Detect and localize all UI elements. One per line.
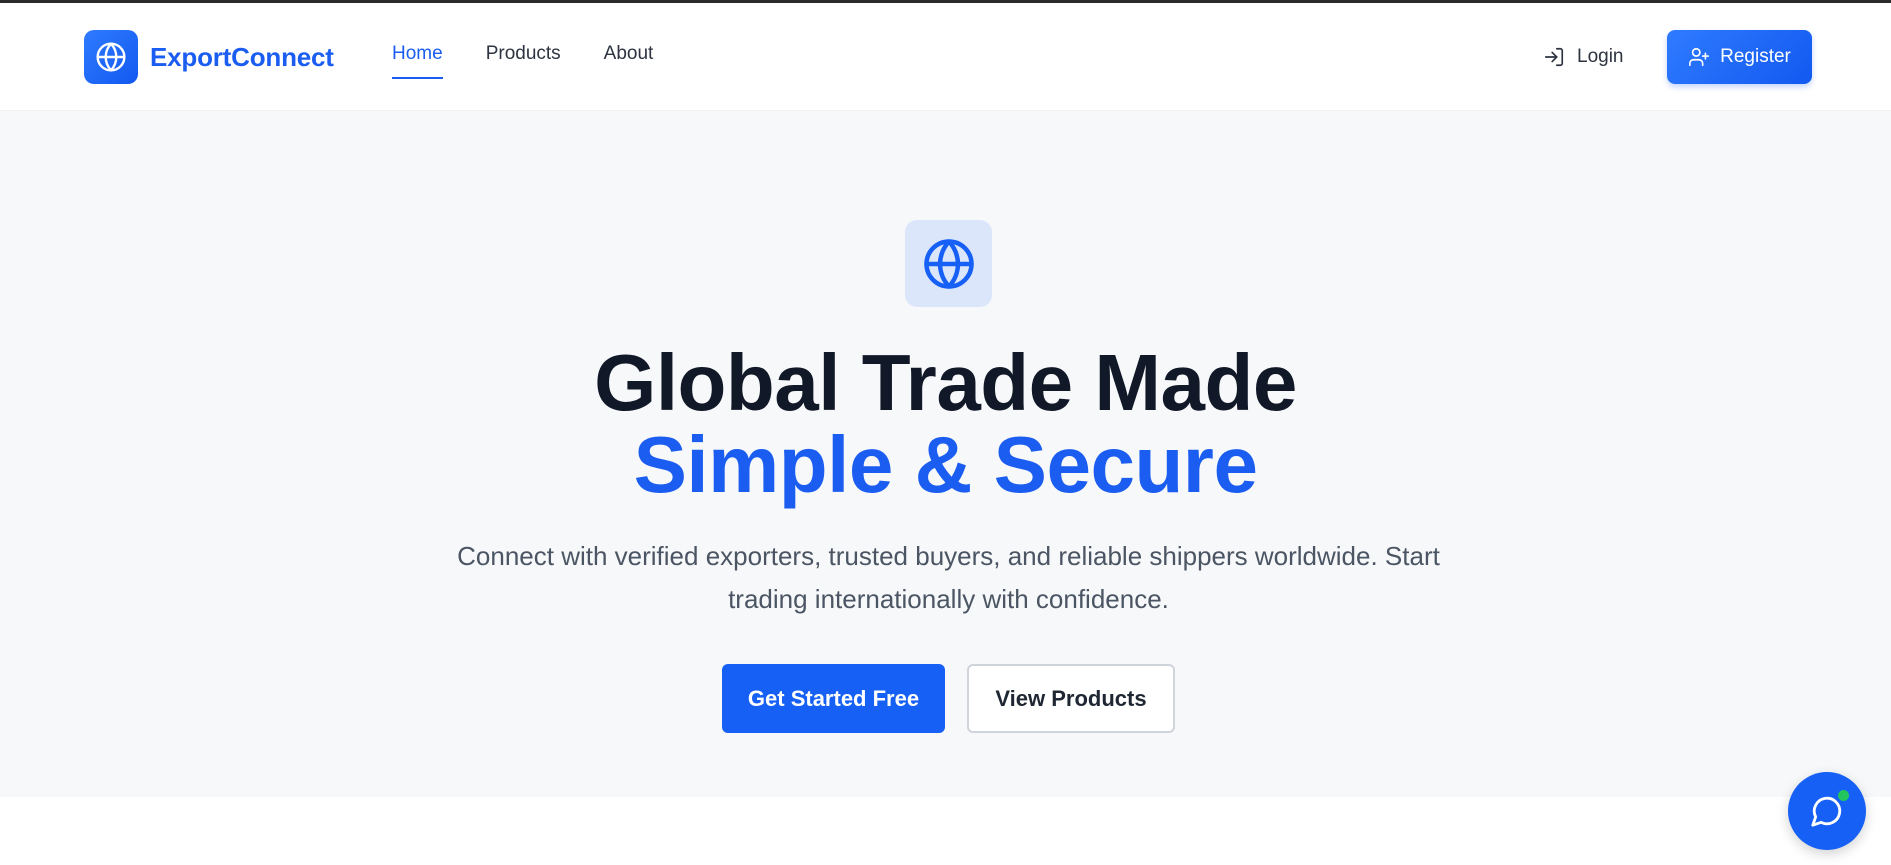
login-label: Login: [1577, 46, 1624, 67]
register-button[interactable]: Register: [1667, 30, 1812, 84]
hero-title: Global Trade Made: [594, 338, 1297, 427]
log-in-icon: [1544, 47, 1564, 67]
globe-icon: [84, 30, 138, 84]
chat-widget-button[interactable]: [1788, 772, 1866, 850]
view-products-button[interactable]: View Products: [967, 664, 1175, 733]
hero-subtitle: Connect with verified exporters, trusted…: [457, 541, 1440, 614]
online-status-dot: [1836, 788, 1851, 803]
get-started-button[interactable]: Get Started Free: [722, 664, 945, 733]
main-nav: Home Products About: [392, 43, 696, 79]
hero-title-accent: Simple & Secure: [633, 420, 1258, 509]
site-header: ExportConnect Home Products About Login …: [0, 3, 1891, 111]
brand-logo[interactable]: ExportConnect: [84, 30, 334, 84]
nav-item-products[interactable]: Products: [486, 43, 561, 79]
hero-section: Global Trade Made Simple & Secure Connec…: [0, 111, 1891, 797]
user-plus-icon: [1689, 47, 1710, 67]
brand-name: ExportConnect: [150, 41, 334, 72]
globe-icon: [905, 220, 992, 307]
register-label: Register: [1720, 46, 1791, 67]
nav-item-about[interactable]: About: [604, 43, 654, 79]
nav-item-home[interactable]: Home: [392, 43, 443, 79]
login-link[interactable]: Login: [1543, 46, 1624, 68]
